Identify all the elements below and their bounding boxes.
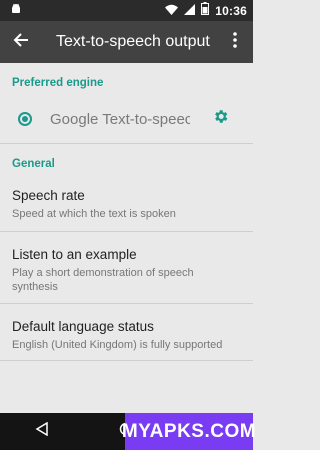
engine-radio-button[interactable] xyxy=(18,112,32,126)
back-triangle-icon xyxy=(35,421,49,441)
signal-icon xyxy=(184,2,196,20)
pref-summary: Speed at which the text is spoken xyxy=(12,208,176,220)
listen-example-item[interactable]: Listen to an example Play a short demons… xyxy=(12,246,242,294)
pref-title: Default language status xyxy=(12,319,154,334)
pref-summary: Play a short demonstration of speech syn… xyxy=(12,267,194,293)
item-divider xyxy=(0,360,253,361)
engine-name: Google Text-to-speec.. xyxy=(50,110,190,128)
pref-summary: English (United Kingdom) is fully suppor… xyxy=(12,339,223,351)
wifi-icon xyxy=(165,2,179,20)
engine-option-google[interactable]: Google Text-to-speec.. xyxy=(0,99,253,139)
item-divider xyxy=(0,303,253,304)
section-header-general: General xyxy=(12,158,55,170)
settings-content: Preferred engine Google Text-to-speec.. … xyxy=(0,63,253,413)
language-status-item[interactable]: Default language status English (United … xyxy=(12,318,242,352)
item-divider xyxy=(0,231,253,232)
pref-title: Speech rate xyxy=(12,188,85,203)
status-time: 10:36 xyxy=(215,3,247,18)
engine-settings-button[interactable] xyxy=(212,108,229,130)
watermark-banner: MYAPKS.COM xyxy=(122,413,256,450)
nav-back-button[interactable] xyxy=(22,413,62,450)
arrow-back-icon xyxy=(13,32,29,53)
section-header-preferred-engine: Preferred engine xyxy=(12,77,104,89)
android-icon xyxy=(10,2,22,20)
radio-selected-dot xyxy=(22,116,28,122)
gear-icon xyxy=(212,108,229,130)
speech-rate-item[interactable]: Speech rate Speed at which the text is s… xyxy=(12,187,242,221)
page-title: Text-to-speech output xyxy=(56,33,210,50)
app-bar: Text-to-speech output xyxy=(0,21,253,63)
back-button[interactable] xyxy=(0,21,42,63)
battery-icon xyxy=(201,1,210,20)
more-options-button[interactable] xyxy=(217,21,253,63)
more-vert-icon xyxy=(233,31,237,53)
pref-title: Listen to an example xyxy=(12,247,137,262)
section-divider xyxy=(0,143,253,144)
status-bar: 10:36 xyxy=(0,0,253,21)
